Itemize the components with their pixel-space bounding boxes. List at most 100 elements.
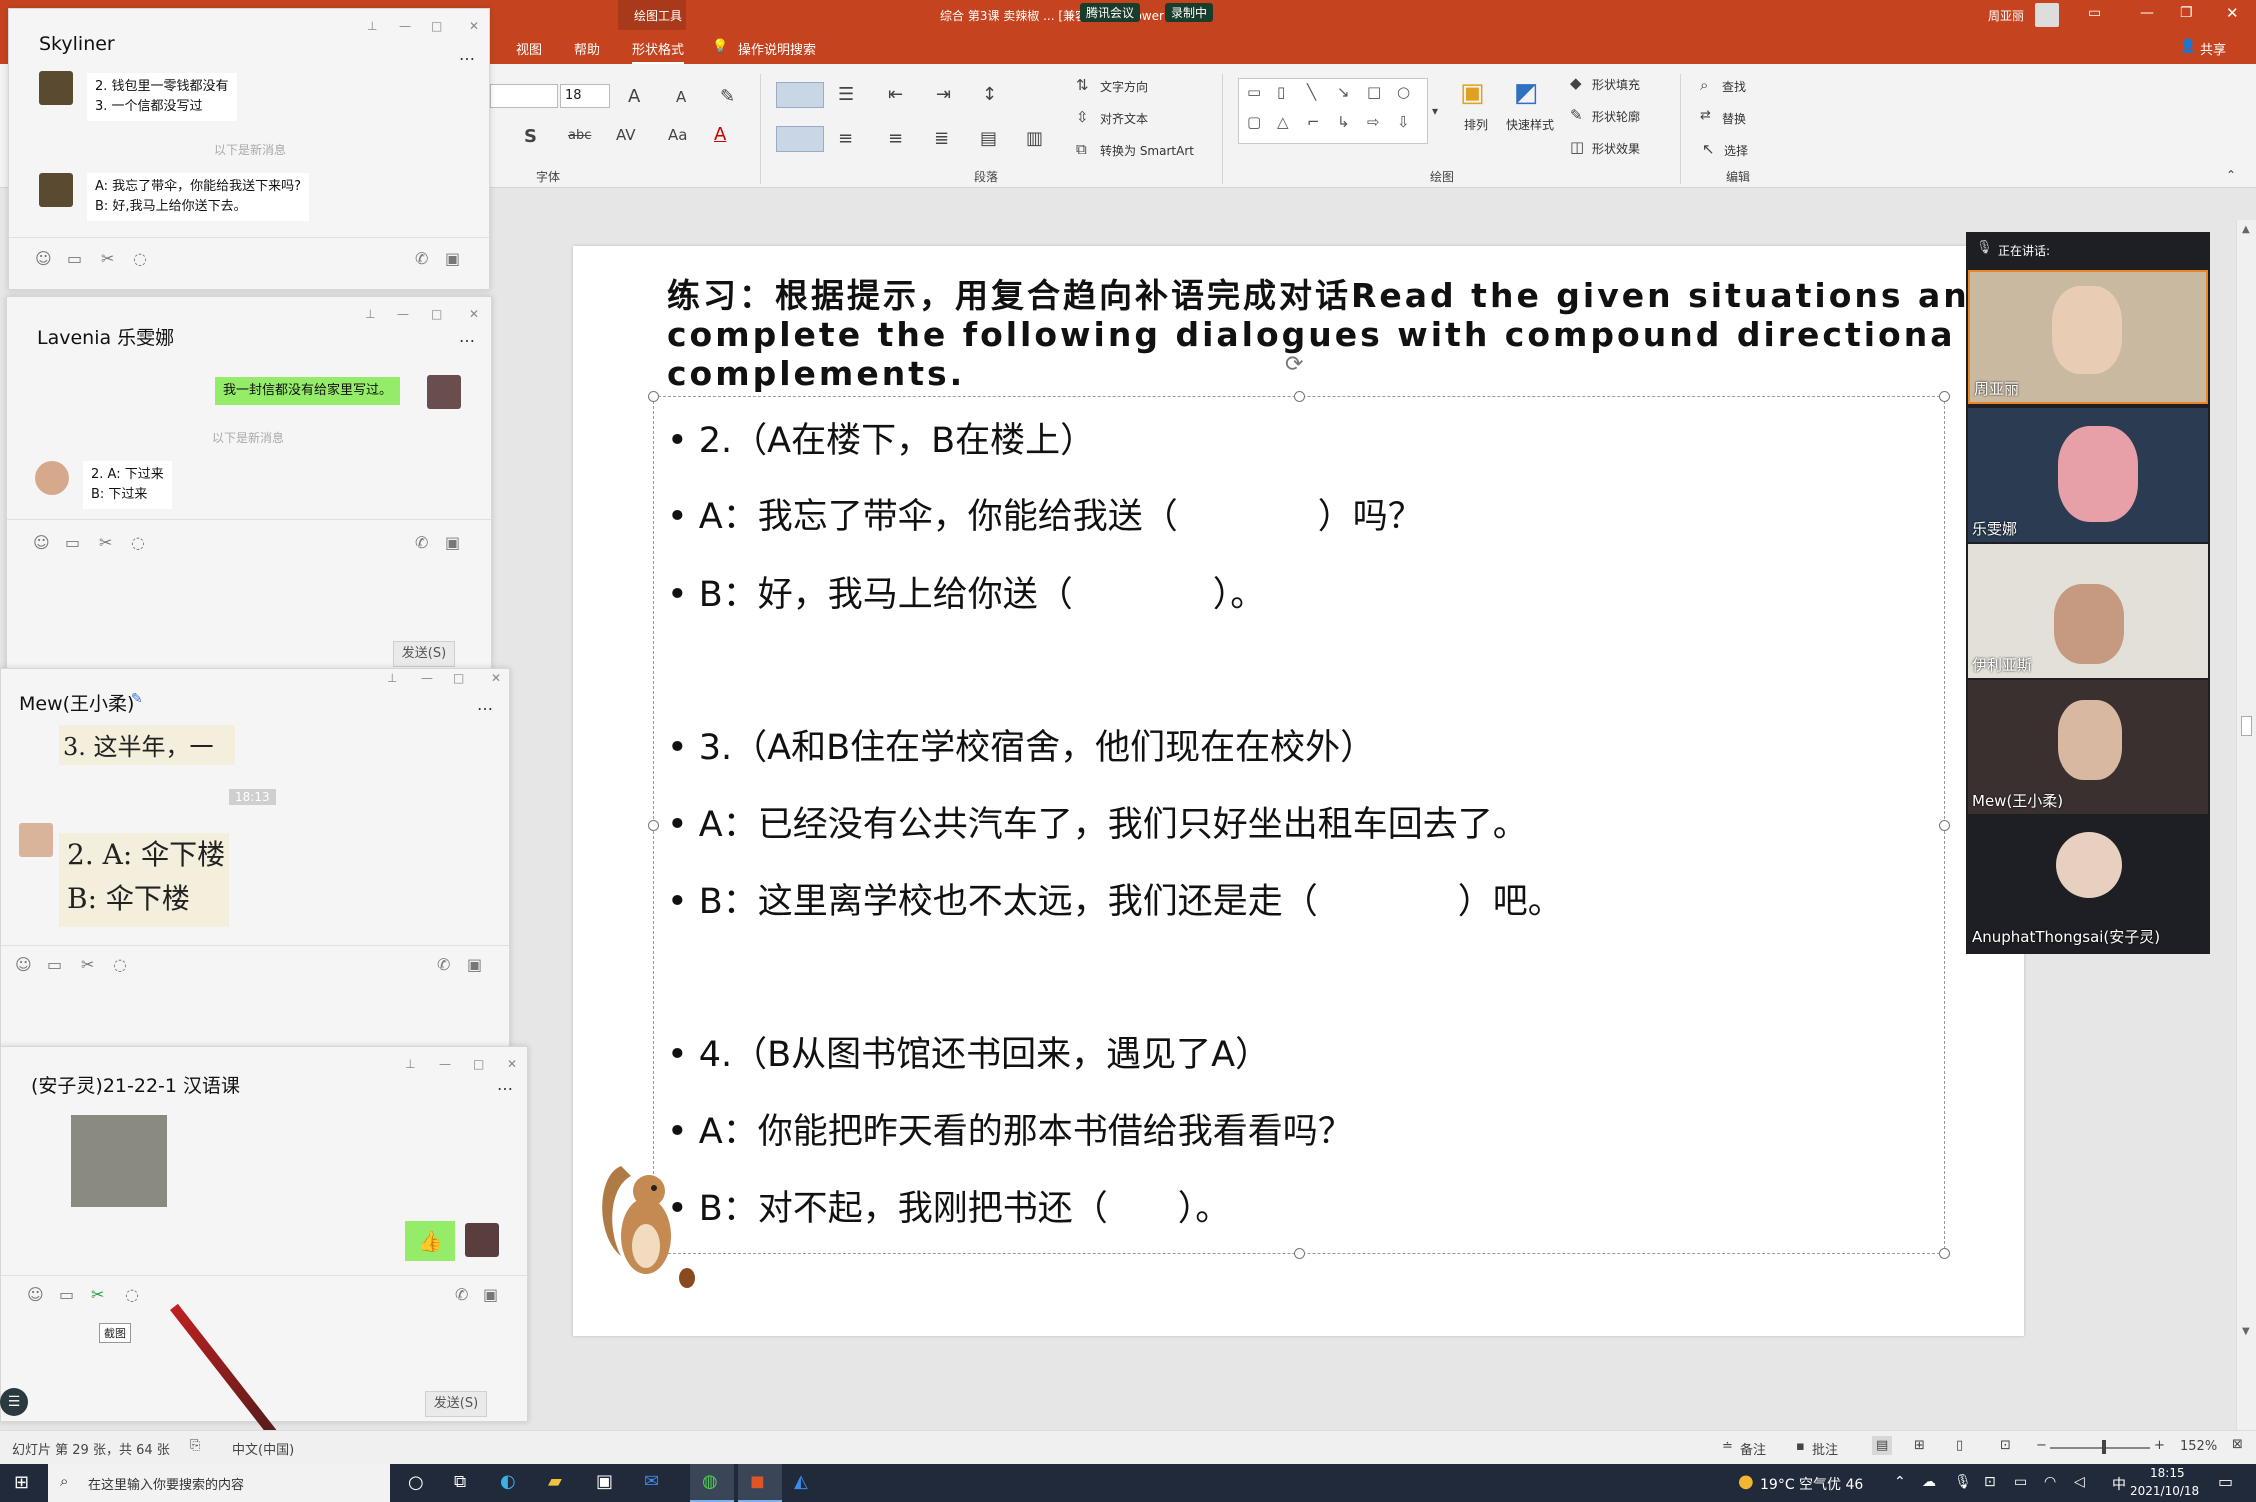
onedrive-icon[interactable]: ☁ xyxy=(1922,1474,1936,1490)
text-direction-button[interactable]: 文字方向 xyxy=(1100,78,1148,95)
grow-font-icon[interactable]: A xyxy=(628,86,640,107)
cortana-icon[interactable]: ○ xyxy=(408,1472,424,1493)
scissors-icon[interactable]: ✂ xyxy=(81,955,94,974)
zoom-slider-thumb[interactable] xyxy=(2102,1440,2106,1454)
share-button[interactable]: 共享 xyxy=(2200,39,2226,58)
clock-time[interactable]: 18:15 xyxy=(2150,1466,2185,1480)
emoji-icon[interactable]: ☺ xyxy=(33,533,50,552)
arrow-line-icon[interactable]: ↘ xyxy=(1337,83,1350,101)
elbow-connector-icon[interactable]: ⌐ xyxy=(1307,113,1320,131)
chat-history-icon[interactable]: ◌ xyxy=(131,533,145,552)
shapes-gallery[interactable]: ▭ ▯ ╲ ↘ □ ○ ▢ △ ⌐ ↳ ⇨ ⇩ xyxy=(1238,78,1428,144)
columns-icon[interactable]: ▥ xyxy=(1026,128,1043,149)
wifi-icon[interactable]: ◠ xyxy=(2044,1474,2056,1490)
tab-shape-format[interactable]: 形状格式 xyxy=(632,39,685,64)
replace-icon[interactable]: ⇄ xyxy=(1700,108,1711,123)
mic-tray-icon[interactable]: 🎙 xyxy=(1954,1474,1972,1490)
ribbon-display-icon[interactable]: ▭ xyxy=(2088,5,2101,21)
close-icon[interactable]: ✕ xyxy=(2226,4,2239,22)
tencent-meeting-icon[interactable]: ◭ xyxy=(794,1471,808,1492)
bullets-icon[interactable] xyxy=(776,82,824,108)
bullet-item[interactable]: • 3.（A和B住在学校宿舍，他们现在在校外） xyxy=(667,719,1375,770)
avatar[interactable] xyxy=(39,173,73,207)
video-tile[interactable]: 乐雯娜 xyxy=(1968,408,2208,542)
chat-window-mew[interactable]: Mew(王小柔) ✎ ⊥ — □ ✕ … 3. 这半年，一张什 18:13 2.… xyxy=(0,668,510,1052)
phone-icon[interactable]: ✆ xyxy=(415,533,428,552)
video-tile[interactable]: Mew(王小柔) xyxy=(1968,680,2208,814)
line-spacing-icon[interactable]: ↕ xyxy=(982,84,997,105)
line-shape-icon[interactable]: ╲ xyxy=(1307,83,1316,101)
close-icon[interactable]: ✕ xyxy=(469,19,479,33)
minimize-icon[interactable]: — xyxy=(397,307,409,321)
gallery-more-icon[interactable]: ▾ xyxy=(1432,104,1438,118)
minimize-icon[interactable]: — xyxy=(421,671,433,685)
user-avatar[interactable] xyxy=(2035,3,2059,27)
align-right-icon[interactable]: ≡ xyxy=(888,128,903,149)
send-button[interactable]: 发送(S) xyxy=(425,1391,487,1417)
minimize-icon[interactable]: — xyxy=(2140,5,2154,21)
squirrel-image[interactable] xyxy=(591,1146,701,1296)
pin-icon[interactable]: ⊥ xyxy=(387,671,397,685)
tray-chevron-icon[interactable]: ⌃ xyxy=(1894,1474,1906,1490)
chat-window-skyliner[interactable]: Skyliner ⊥ — □ ✕ … 2. 钱包里一零钱都没有 3. 一个信都没… xyxy=(8,8,490,290)
scissors-icon[interactable]: ✂ xyxy=(91,1285,104,1304)
replace-button[interactable]: 替换 xyxy=(1722,110,1746,127)
handwriting-image[interactable]: 2. A: 伞下楼 B: 伞下楼 xyxy=(59,833,229,927)
text-direction-icon[interactable]: ⇅ xyxy=(1076,76,1089,94)
wechat-taskbar-item[interactable]: ◍ xyxy=(690,1464,734,1502)
edge-icon[interactable]: ◐ xyxy=(500,1471,516,1492)
chat-history-icon[interactable]: ◌ xyxy=(113,955,127,974)
video-call-icon[interactable]: ▣ xyxy=(467,955,482,974)
minimize-icon[interactable]: — xyxy=(399,19,411,33)
zoom-in-icon[interactable]: + xyxy=(2154,1438,2165,1453)
rounded-rect-icon[interactable]: ▢ xyxy=(1247,113,1261,131)
video-tile[interactable]: 周亚丽 xyxy=(1968,270,2208,404)
chat-history-icon[interactable]: ◌ xyxy=(125,1285,139,1304)
arrange-button[interactable]: 排列 xyxy=(1464,116,1488,133)
font-color-icon[interactable]: A xyxy=(714,124,726,145)
message-bubble-sent[interactable]: 我一封信都没有给家里写过。 xyxy=(215,377,401,405)
align-text-icon[interactable]: ⇳ xyxy=(1076,108,1089,126)
shape-fill-icon[interactable]: ◆ xyxy=(1570,74,1582,92)
down-arrow-shape-icon[interactable]: ⇩ xyxy=(1397,113,1410,131)
folder-icon[interactable]: ▭ xyxy=(59,1285,74,1304)
bullet-item[interactable]: • B：这里离学校也不太远，我们还是走（ ）吧。 xyxy=(667,873,1563,924)
recording-indicator[interactable]: 录制中 xyxy=(1165,3,1214,22)
close-icon[interactable]: ✕ xyxy=(491,671,501,685)
normal-view-icon[interactable]: ▤ xyxy=(1872,1436,1893,1455)
shape-effects-button[interactable]: 形状效果 xyxy=(1592,140,1640,157)
scissors-icon[interactable]: ✂ xyxy=(101,249,114,268)
battery-icon[interactable]: ▭ xyxy=(2014,1474,2027,1490)
comments-icon[interactable]: ▪ xyxy=(1796,1439,1805,1454)
reading-view-icon[interactable]: ▯ xyxy=(1956,1438,1963,1453)
select-icon[interactable]: ↖ xyxy=(1702,140,1715,158)
tab-help[interactable]: 帮助 xyxy=(574,39,600,58)
folder-icon[interactable]: ▭ xyxy=(67,249,82,268)
task-view-icon[interactable]: ⧉ xyxy=(454,1472,466,1492)
notes-button[interactable]: 备注 xyxy=(1740,1439,1766,1458)
scissors-icon[interactable]: ✂ xyxy=(99,533,112,552)
avatar[interactable] xyxy=(427,375,461,409)
quick-styles-button[interactable]: 快速样式 xyxy=(1506,116,1554,133)
close-icon[interactable]: ✕ xyxy=(469,307,479,321)
thumbs-up-icon[interactable]: 👍 xyxy=(405,1221,455,1261)
maximize-icon[interactable]: □ xyxy=(473,1057,484,1071)
message-bubble[interactable]: 2. 钱包里一零钱都没有 3. 一个信都没写过 xyxy=(87,73,237,121)
phone-icon[interactable]: ✆ xyxy=(415,249,428,268)
font-size-combo[interactable]: 18 xyxy=(560,84,610,108)
accessibility-icon[interactable]: ⎘ xyxy=(190,1438,200,1453)
bullet-item[interactable]: • A：我忘了带伞，你能给我送（ ）吗？ xyxy=(667,488,1423,539)
video-call-icon[interactable]: ▣ xyxy=(445,533,460,552)
right-arrow-shape-icon[interactable]: ⇨ xyxy=(1367,113,1380,131)
maximize-icon[interactable]: □ xyxy=(431,19,442,33)
tab-view[interactable]: 视图 xyxy=(516,39,542,58)
phone-icon[interactable]: ✆ xyxy=(455,1285,468,1304)
zoom-level[interactable]: 152% xyxy=(2180,1439,2217,1454)
emoji-icon[interactable]: ☺ xyxy=(27,1285,44,1304)
resize-handle[interactable] xyxy=(648,820,659,831)
avatar[interactable] xyxy=(39,71,73,105)
change-case-icon[interactable]: Aa xyxy=(668,126,687,144)
scrollbar-thumb[interactable] xyxy=(2241,716,2252,736)
zoom-out-icon[interactable]: − xyxy=(2036,1438,2047,1453)
avatar[interactable] xyxy=(465,1223,499,1257)
